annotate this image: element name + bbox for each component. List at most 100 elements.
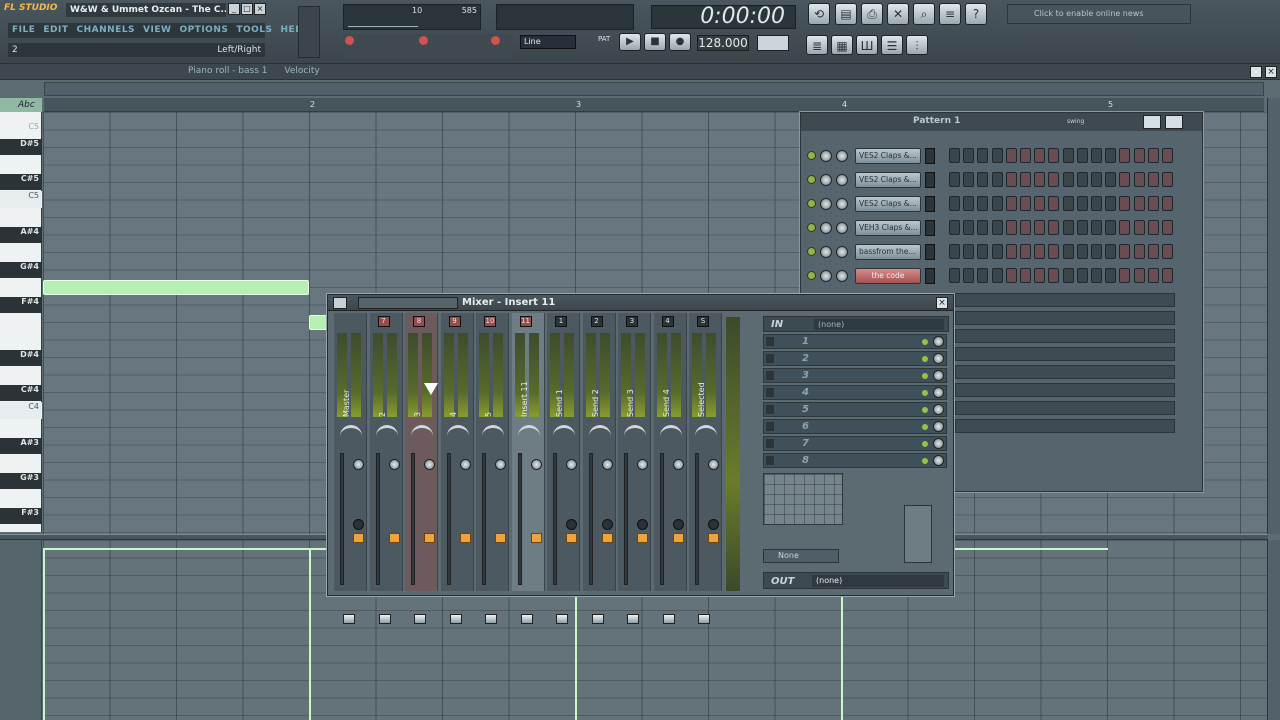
graph-editor-toggle[interactable] bbox=[1143, 115, 1161, 129]
route-button[interactable] bbox=[495, 533, 506, 543]
mixer-close-button[interactable]: × bbox=[936, 297, 948, 309]
mixer-menu-button[interactable] bbox=[333, 297, 347, 309]
input-value[interactable]: (none) bbox=[814, 319, 944, 330]
piano-roll-icon[interactable]: Ш bbox=[856, 35, 878, 55]
step-button[interactable] bbox=[1005, 268, 1017, 283]
step-button[interactable] bbox=[1062, 244, 1074, 259]
step-button[interactable] bbox=[949, 172, 960, 187]
channel-pan-knob[interactable] bbox=[820, 246, 832, 258]
step-button[interactable] bbox=[1162, 220, 1173, 235]
mixer-strip[interactable]: 11 Insert 11 bbox=[511, 313, 545, 624]
slot-enabled-led-icon[interactable] bbox=[922, 339, 928, 345]
step-button[interactable] bbox=[1048, 268, 1060, 283]
step-button[interactable] bbox=[1091, 244, 1102, 259]
send-level-knob[interactable] bbox=[601, 519, 613, 530]
fader-handle[interactable] bbox=[698, 614, 710, 624]
timeline-ruler[interactable]: 2 3 4 5 bbox=[44, 98, 1264, 112]
step-button[interactable] bbox=[949, 148, 960, 163]
route-button[interactable] bbox=[530, 533, 542, 543]
step-button[interactable] bbox=[991, 244, 1003, 259]
route-button[interactable] bbox=[708, 533, 719, 543]
step-button[interactable] bbox=[1133, 196, 1145, 211]
help-icon[interactable]: ? bbox=[965, 3, 987, 25]
volume-fader[interactable] bbox=[624, 453, 639, 624]
send-level-knob[interactable] bbox=[353, 519, 364, 530]
menu-options[interactable]: OPTIONS bbox=[175, 23, 232, 38]
channel-select-indicator[interactable] bbox=[925, 172, 935, 188]
send-level-knob[interactable] bbox=[637, 519, 648, 530]
effect-slot[interactable]: 1 bbox=[763, 334, 947, 349]
volume-fader[interactable] bbox=[375, 453, 391, 624]
route-button[interactable] bbox=[459, 533, 471, 543]
stereo-knob[interactable] bbox=[388, 459, 400, 470]
volume-fader[interactable] bbox=[588, 453, 604, 624]
velocity-bar[interactable] bbox=[309, 548, 311, 720]
key-label-toggle[interactable]: Abc bbox=[0, 98, 42, 112]
velocity-bar[interactable] bbox=[43, 548, 45, 720]
channel-name-button[interactable]: VES2 Claps &... bbox=[855, 148, 921, 164]
velocity-bar[interactable] bbox=[841, 596, 843, 720]
step-button[interactable] bbox=[1119, 220, 1131, 235]
volume-fader[interactable] bbox=[340, 453, 355, 624]
step-button[interactable] bbox=[1076, 268, 1088, 283]
pan-knob[interactable] bbox=[624, 425, 646, 439]
channel-pan-knob[interactable] bbox=[820, 222, 832, 234]
route-button[interactable] bbox=[672, 533, 684, 543]
volume-fader[interactable] bbox=[517, 453, 533, 624]
piano-keyboard[interactable]: C5 D#5 C#5 C5 A#4 G#4 F#4 D#4 C#4 C4 A#3… bbox=[0, 112, 42, 532]
step-button[interactable] bbox=[1005, 220, 1017, 235]
keyboard-editor-toggle[interactable] bbox=[1165, 115, 1183, 129]
mixer-strip[interactable]: 2 Send 2 bbox=[582, 313, 616, 624]
pan-knob[interactable] bbox=[446, 425, 469, 439]
step-button[interactable] bbox=[1091, 172, 1102, 187]
stereo-separation-display[interactable] bbox=[904, 505, 932, 563]
step-button[interactable] bbox=[1091, 268, 1102, 283]
step-button[interactable] bbox=[963, 244, 975, 259]
route-button[interactable] bbox=[388, 533, 400, 543]
stereo-knob[interactable] bbox=[566, 459, 577, 470]
step-button[interactable] bbox=[1034, 172, 1046, 187]
channel-mute-led-icon[interactable] bbox=[807, 151, 816, 160]
menu-edit[interactable]: EDIT bbox=[39, 23, 72, 38]
step-button[interactable] bbox=[1105, 172, 1117, 187]
stereo-knob[interactable] bbox=[459, 459, 471, 470]
stereo-knob[interactable] bbox=[530, 459, 542, 470]
piano-roll-preview[interactable] bbox=[955, 293, 1175, 307]
slot-menu-icon[interactable] bbox=[766, 439, 774, 448]
mixer-strip[interactable]: 9 4 bbox=[440, 313, 474, 624]
step-button[interactable] bbox=[1048, 148, 1060, 163]
step-button[interactable] bbox=[1119, 196, 1131, 211]
step-button[interactable] bbox=[1147, 268, 1159, 283]
piano-roll-preview[interactable] bbox=[955, 329, 1175, 343]
fader-handle[interactable] bbox=[627, 614, 639, 624]
step-button[interactable] bbox=[1119, 268, 1131, 283]
send-level-knob[interactable] bbox=[566, 519, 577, 530]
pan-knob[interactable] bbox=[411, 425, 433, 439]
step-button[interactable] bbox=[1034, 196, 1046, 211]
step-button[interactable] bbox=[1076, 148, 1088, 163]
effect-slot[interactable]: 7 bbox=[763, 436, 947, 451]
export-icon[interactable]: ⎙ bbox=[861, 3, 883, 25]
volume-fader[interactable] bbox=[482, 453, 497, 624]
step-button[interactable] bbox=[1034, 244, 1046, 259]
pan-knob[interactable] bbox=[553, 425, 575, 439]
step-button[interactable] bbox=[1162, 148, 1173, 163]
step-button[interactable] bbox=[963, 148, 975, 163]
volume-fader[interactable] bbox=[411, 453, 426, 624]
step-button[interactable] bbox=[1133, 220, 1145, 235]
step-button[interactable] bbox=[1076, 196, 1088, 211]
slot-mix-knob[interactable] bbox=[933, 336, 944, 347]
fader-handle[interactable] bbox=[520, 614, 533, 624]
record-led-icon[interactable] bbox=[419, 36, 428, 45]
slot-menu-icon[interactable] bbox=[766, 405, 774, 414]
step-button[interactable] bbox=[1119, 244, 1131, 259]
route-button[interactable] bbox=[601, 533, 613, 543]
piano-roll-maximize-button[interactable] bbox=[1250, 66, 1262, 78]
channel-name-button[interactable]: VES2 Claps &... bbox=[855, 196, 921, 212]
step-button[interactable] bbox=[1133, 172, 1145, 187]
record-led-icon[interactable] bbox=[345, 36, 354, 45]
route-button[interactable] bbox=[566, 533, 577, 543]
slot-enabled-led-icon[interactable] bbox=[922, 373, 928, 379]
step-button[interactable] bbox=[1162, 196, 1173, 211]
piano-roll-preview[interactable] bbox=[955, 365, 1175, 379]
